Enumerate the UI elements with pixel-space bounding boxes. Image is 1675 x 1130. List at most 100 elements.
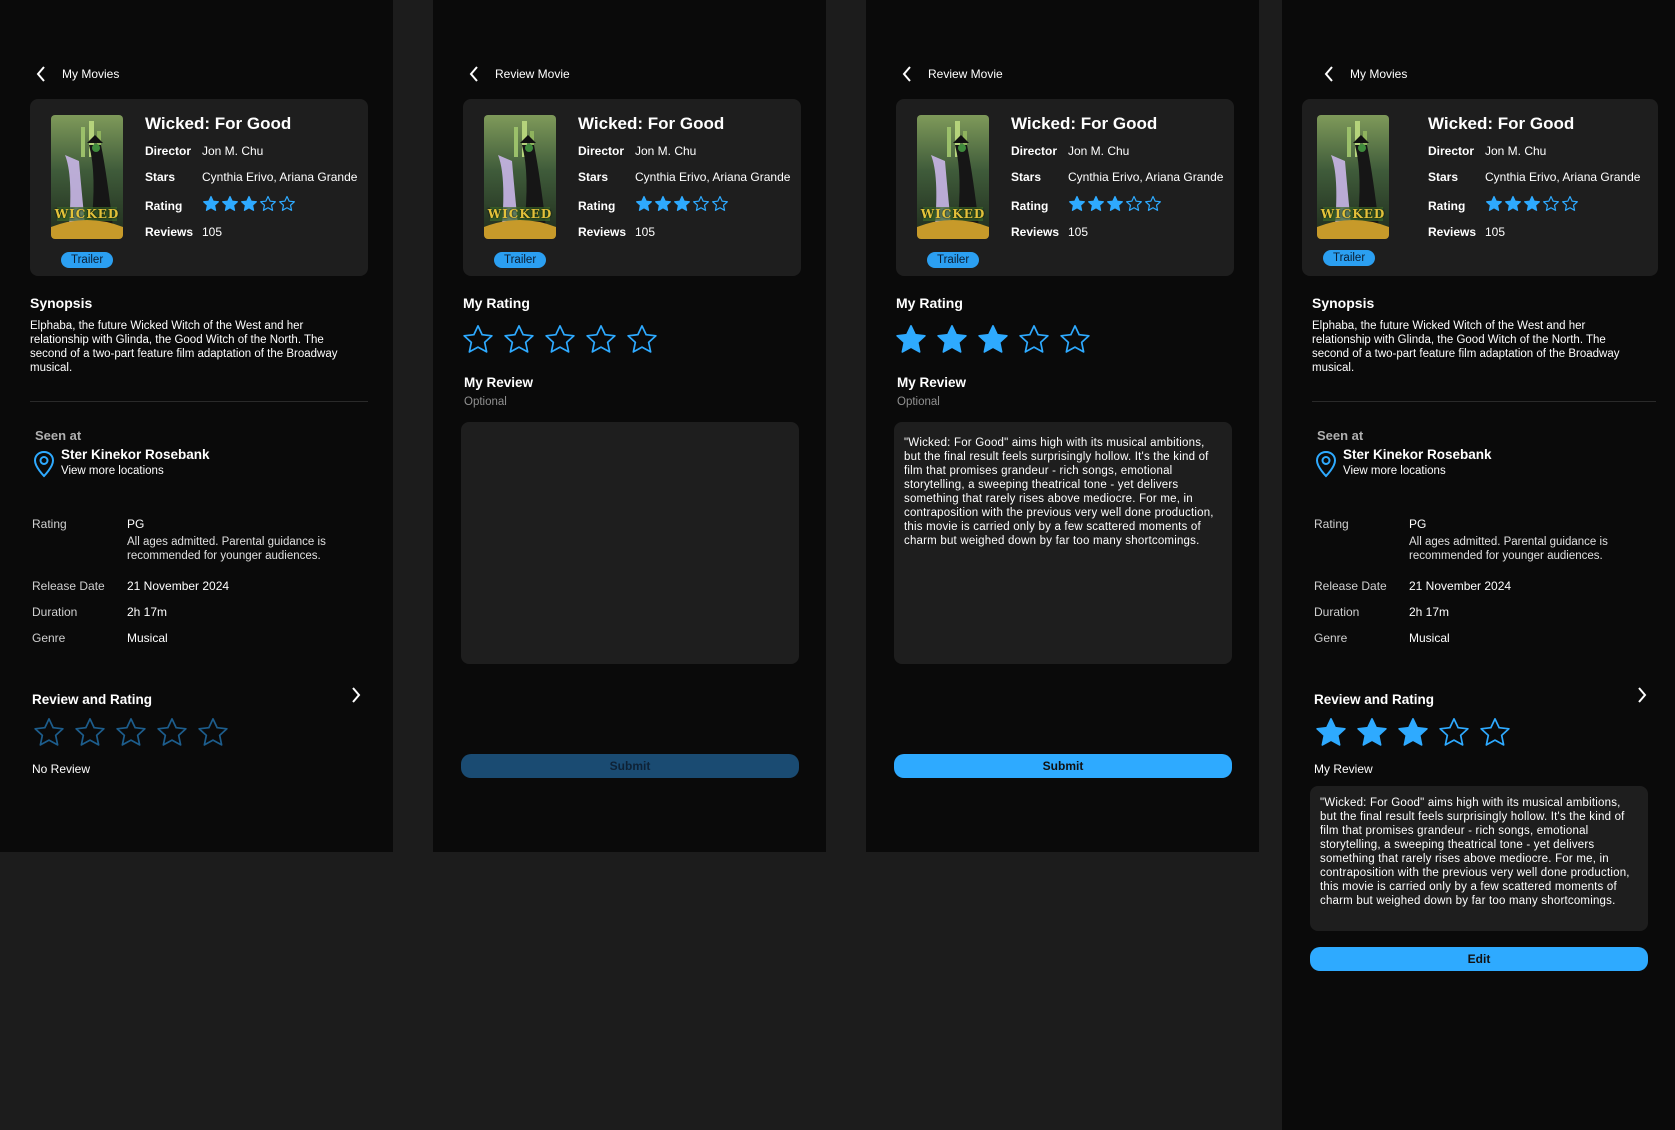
stars-label: Stars [1428, 170, 1459, 184]
star-filled-icon [203, 195, 219, 211]
stars-row: Stars Cynthia Erivo, Ariana Grande [145, 170, 357, 184]
movie-details-screen: My Movies WICKED Trailer Wicked: For Goo… [0, 0, 393, 852]
review-and-rating-title: Review and Rating [32, 692, 153, 707]
star-outline-icon[interactable] [1017, 323, 1051, 357]
movie-card: WICKED Trailer Wicked: For Good Director… [30, 99, 368, 276]
review-text: "Wicked: For Good" aims high with its mu… [1310, 786, 1648, 931]
star-outline-icon [1439, 717, 1469, 746]
movie-poster: WICKED [1317, 115, 1389, 239]
star-outline-icon [116, 717, 146, 746]
movie-poster: WICKED [484, 115, 556, 239]
rating-label: Rating [578, 199, 616, 213]
star-outline-icon [1562, 195, 1578, 211]
star-outline-icon[interactable] [461, 323, 495, 357]
back-arrow-icon[interactable] [469, 66, 479, 82]
back-arrow-icon[interactable] [902, 66, 912, 82]
back-arrow-icon[interactable] [36, 66, 46, 82]
stars-row: Stars Cynthia Erivo, Ariana Grande [1428, 170, 1640, 184]
star-outline-icon [157, 717, 187, 746]
star-filled-icon [1357, 717, 1387, 746]
star-outline-icon[interactable] [543, 323, 577, 357]
submit-button[interactable]: Submit [461, 754, 799, 778]
seen-at-label: Seen at [35, 428, 82, 443]
director-label: Director [145, 144, 192, 158]
star-filled-icon[interactable] [935, 323, 969, 357]
director-row: Director Jon M. Chu [1428, 144, 1546, 158]
synopsis-text: Elphaba, the future Wicked Witch of the … [30, 320, 338, 374]
trailer-button[interactable]: Trailer [1323, 250, 1376, 266]
rating-row: Rating [1428, 199, 1485, 213]
reviews-row: Reviews 105 [145, 225, 222, 239]
rating-row: Rating [145, 199, 202, 213]
trailer-button[interactable]: Trailer [61, 252, 114, 268]
star-filled-icon [1486, 195, 1502, 211]
star-filled-icon [636, 195, 652, 211]
view-more-locations-link[interactable]: View more locations [61, 465, 164, 477]
back-arrow-icon[interactable] [1324, 66, 1334, 82]
trailer-button[interactable]: Trailer [927, 252, 980, 268]
header: My Movies [36, 66, 119, 82]
average-rating-stars [1068, 195, 1162, 213]
stars-value: Cynthia Erivo, Ariana Grande [202, 170, 358, 184]
reviews-count: 105 [1068, 225, 1089, 239]
reviews-count: 105 [635, 225, 656, 239]
star-outline-icon [712, 195, 728, 211]
my-review-title: My Review [897, 375, 967, 390]
duration-value: 2h 17m [127, 605, 168, 619]
reviews-label: Reviews [1011, 225, 1060, 239]
chevron-right-icon[interactable] [1637, 687, 1647, 708]
edit-button[interactable]: Edit [1310, 947, 1648, 971]
divider [30, 401, 368, 402]
movie-details-screen-reviewed: My Movies WICKED Trailer Wicked: For Goo… [1282, 0, 1675, 1130]
submit-button[interactable]: Submit [894, 754, 1232, 778]
movie-card: WICKED Trailer Wicked: For Good Director… [896, 99, 1234, 276]
director-value: Jon M. Chu [1485, 144, 1547, 158]
star-outline-icon [279, 195, 295, 211]
star-filled-icon [1107, 195, 1123, 211]
rating-input-stars[interactable] [894, 323, 1092, 357]
header-title: Review Movie [495, 67, 570, 81]
review-and-rating-title: Review and Rating [1314, 692, 1435, 707]
genre-label: Genre [1314, 631, 1348, 645]
rating-input-stars[interactable] [461, 323, 659, 357]
star-filled-icon [1069, 195, 1085, 211]
star-outline-icon [34, 717, 64, 746]
rating-label: Rating [1011, 199, 1049, 213]
star-outline-icon[interactable] [584, 323, 618, 357]
director-row: Director Jon M. Chu [578, 144, 696, 158]
star-filled-icon [222, 195, 238, 211]
star-filled-icon [241, 195, 257, 211]
location-pin-icon [33, 450, 55, 483]
reviews-label: Reviews [1428, 225, 1477, 239]
genre-value: Musical [127, 631, 168, 645]
star-outline-icon[interactable] [1058, 323, 1092, 357]
cinema-name: Ster Kinekor Rosebank [1343, 447, 1492, 462]
star-outline-icon [1480, 717, 1510, 746]
view-more-locations-link[interactable]: View more locations [1343, 465, 1446, 477]
stars-value: Cynthia Erivo, Ariana Grande [635, 170, 791, 184]
poster-logo: WICKED [1320, 207, 1386, 221]
star-outline-icon[interactable] [502, 323, 536, 357]
star-filled-icon[interactable] [894, 323, 928, 357]
rating-row: Rating [1011, 199, 1068, 213]
star-filled-icon[interactable] [976, 323, 1010, 357]
no-review-text: No Review [32, 762, 91, 776]
trailer-button[interactable]: Trailer [494, 252, 547, 268]
review-textarea[interactable]: "Wicked: For Good" aims high with its mu… [894, 422, 1232, 664]
info-rating-note: All ages admitted. Parental guidance is … [127, 536, 326, 562]
movie-card: WICKED Trailer Wicked: For Good Director… [463, 99, 801, 276]
review-textarea[interactable] [461, 422, 799, 664]
header: Review Movie [902, 66, 1003, 82]
release-date-label: Release Date [1314, 579, 1387, 593]
synopsis-title: Synopsis [1312, 295, 1375, 311]
chevron-right-icon[interactable] [351, 687, 361, 708]
reviews-row: Reviews 105 [1428, 225, 1505, 239]
star-outline-icon[interactable] [625, 323, 659, 357]
stars-label: Stars [145, 170, 176, 184]
reviews-label: Reviews [145, 225, 194, 239]
average-rating-stars [1485, 195, 1579, 213]
info-rating-value: PG [1409, 517, 1427, 531]
star-filled-icon [1524, 195, 1540, 211]
stars-value: Cynthia Erivo, Ariana Grande [1485, 170, 1641, 184]
stars-row: Stars Cynthia Erivo, Ariana Grande [578, 170, 790, 184]
